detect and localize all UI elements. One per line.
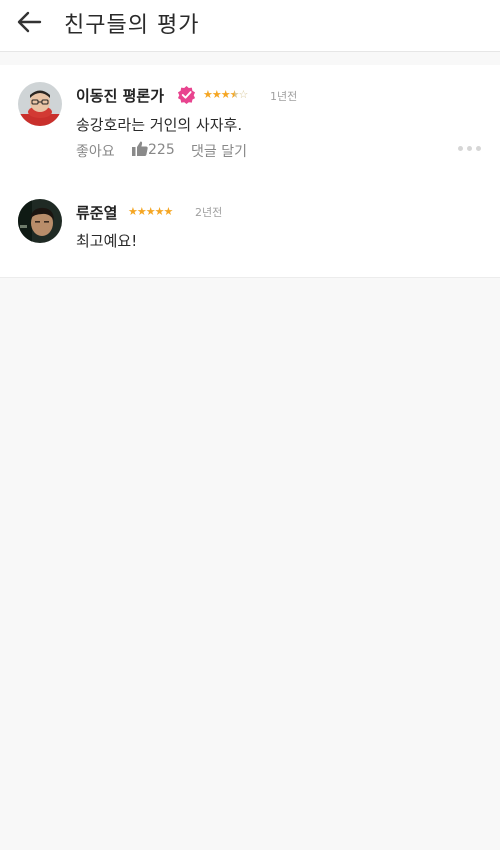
reviewer-name[interactable]: 이동진 평론가 — [76, 85, 164, 106]
avatar[interactable] — [18, 199, 62, 243]
star-icon: ★ — [211, 88, 222, 101]
star-icon: ★ — [145, 205, 156, 218]
review-comment: 최고예요! — [76, 232, 138, 250]
star-icon: ★ — [136, 205, 147, 218]
empty-star-icon: ☆ — [238, 88, 249, 101]
review-time: 2년전 — [195, 206, 223, 219]
avatar-image — [18, 199, 62, 243]
verified-badge-icon — [177, 85, 196, 104]
thumbs-up-icon — [132, 141, 148, 156]
rating-stars: ★★★★☆ — [203, 88, 249, 101]
avatar-image — [18, 82, 62, 126]
like-count[interactable]: 225 — [132, 141, 175, 158]
star-icon: ★ — [154, 205, 165, 218]
arrow-left-icon — [17, 11, 42, 33]
review-time: 1년전 — [270, 90, 298, 103]
divider-gap — [0, 53, 500, 65]
avatar[interactable] — [18, 82, 62, 126]
review-comment: 송강호라는 거인의 사자후. — [76, 116, 243, 134]
star-icon: ★ — [163, 205, 174, 218]
like-button[interactable]: 좋아요 — [76, 141, 115, 161]
more-options-icon[interactable] — [458, 146, 482, 152]
reviews-list: 이동진 평론가 ★★★★☆ 1년전 송강호라는 거인의 사자후. 좋아요 225… — [0, 65, 500, 278]
back-button[interactable] — [14, 8, 46, 36]
half-star-icon: ★ — [229, 88, 240, 101]
reviewer-name[interactable]: 류준열 — [76, 202, 117, 223]
page-title: 친구들의 평가 — [64, 13, 200, 38]
reply-button[interactable]: 댓글 달기 — [191, 141, 247, 161]
like-count-value: 225 — [148, 142, 175, 158]
rating-stars: ★★★★★ — [128, 205, 174, 218]
star-icon: ★ — [128, 205, 138, 218]
top-bar: 친구들의 평가 — [0, 0, 500, 52]
star-icon: ★ — [203, 88, 213, 101]
star-icon: ★ — [220, 88, 231, 101]
